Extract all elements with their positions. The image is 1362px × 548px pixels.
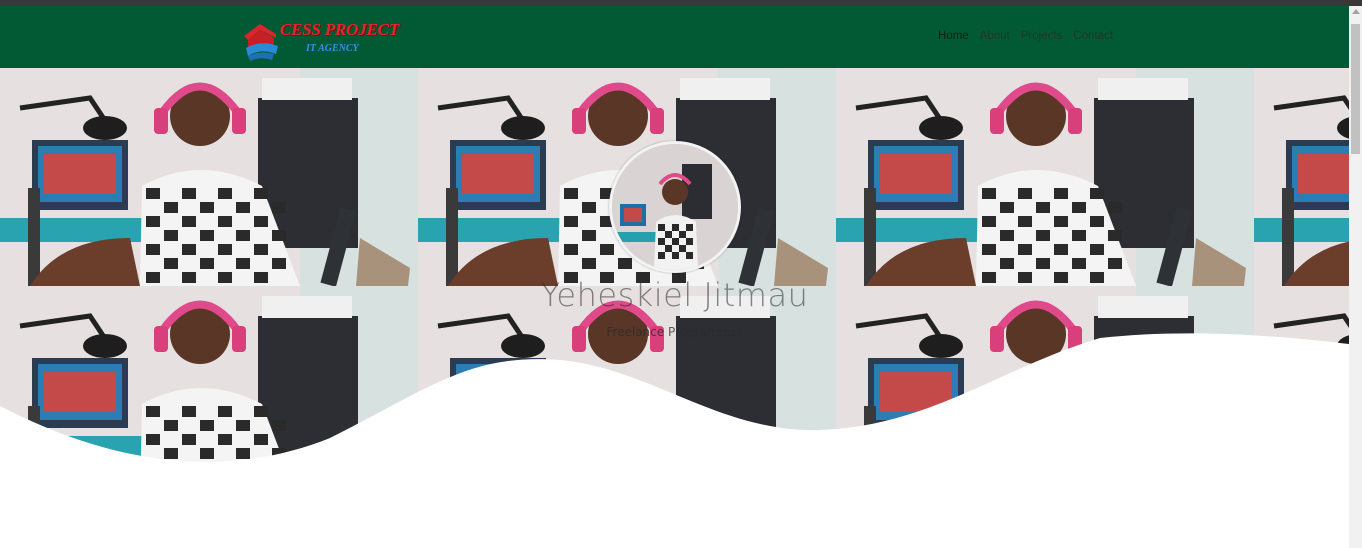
brand-logo[interactable]: CESS PROJECT IT AGENCY [240,20,399,64]
house-shield-logo-icon [244,24,278,61]
nav-about[interactable]: About [980,30,1010,42]
page-scrollbar[interactable] [1349,6,1362,548]
brand-subtitle: IT AGENCY [306,43,359,54]
profile-photo-icon [612,144,738,270]
hero-section: Yeheskiel Jitmau Freelance Programmer [0,68,1349,548]
scroll-up-arrow-icon[interactable] [1352,9,1360,14]
main-nav: Home About Projects Contact [938,30,1113,42]
brand-title: CESS PROJECT [280,20,399,39]
nav-projects[interactable]: Projects [1021,30,1063,42]
hero-role: Freelance Programmer [606,325,743,339]
profile-avatar [609,141,741,273]
hero-name: Yeheskiel Jitmau [540,276,809,314]
nav-home[interactable]: Home [938,30,969,42]
nav-contact[interactable]: Contact [1073,30,1113,42]
scroll-thumb[interactable] [1351,24,1360,154]
navbar: CESS PROJECT IT AGENCY Home About Projec… [0,6,1349,68]
